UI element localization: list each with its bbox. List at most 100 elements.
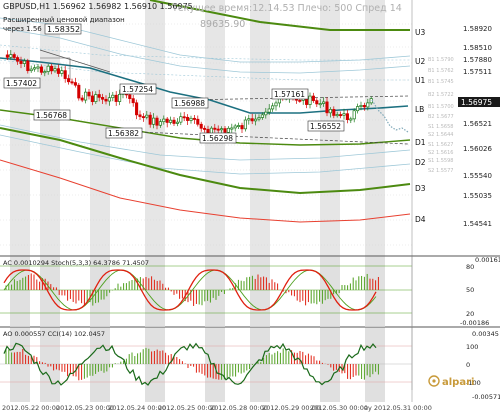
bull-candle bbox=[46, 65, 50, 72]
bull-candle bbox=[271, 105, 275, 110]
bull-candle bbox=[29, 68, 33, 72]
bear-candle bbox=[311, 95, 315, 101]
bear-candle bbox=[135, 102, 139, 116]
ao-scale-label: 0.00345 bbox=[472, 330, 499, 338]
price-axis-label: 1.55540 bbox=[463, 172, 492, 180]
bear-candle bbox=[192, 117, 196, 120]
bull-candle bbox=[94, 94, 98, 102]
bull-candle bbox=[145, 114, 149, 118]
pivot-label: B1 1.5762 bbox=[428, 68, 454, 74]
ac-scale-label: 20 bbox=[466, 310, 474, 318]
bear-candle bbox=[87, 91, 91, 97]
ac-scale-label: 80 bbox=[466, 263, 474, 271]
price-axis-label: 1.55035 bbox=[463, 192, 492, 200]
bull-candle bbox=[84, 91, 88, 101]
bear-candle bbox=[63, 70, 67, 79]
bull-candle bbox=[60, 70, 64, 74]
bull-candle bbox=[118, 93, 122, 102]
bull-candle bbox=[226, 127, 230, 133]
price-callout: 1.57254 bbox=[122, 85, 153, 94]
bear-candle bbox=[12, 54, 16, 58]
price-axis-label: 1.58920 bbox=[463, 25, 492, 33]
server-info: Текущее время:12.14.53 Плечо: 500 Спред … bbox=[171, 3, 402, 14]
bear-candle bbox=[172, 119, 176, 124]
session-shade bbox=[145, 328, 165, 402]
price-axis-label: 1.56521 bbox=[463, 120, 492, 128]
bull-candle bbox=[267, 108, 271, 113]
bull-candle bbox=[169, 119, 173, 123]
bear-candle bbox=[101, 97, 105, 100]
pivot-label: S2 1.5644 bbox=[428, 132, 453, 138]
time-axis-label: 2012.05.22 00:00 bbox=[2, 404, 60, 412]
bear-candle bbox=[138, 114, 142, 117]
trading-terminal-window: 1.57402 1.56768 1.57254 1.56382 1.56988 1.562… bbox=[0, 0, 500, 413]
bull-candle bbox=[36, 66, 40, 69]
bull-candle bbox=[43, 71, 47, 74]
range-value: 1.58352 bbox=[47, 25, 80, 34]
bull-candle bbox=[352, 110, 356, 120]
price-callout: 1.56988 bbox=[174, 99, 205, 108]
price-axis-label: 1.56026 bbox=[463, 145, 492, 153]
bull-candle bbox=[359, 105, 363, 107]
range-note-2: через 1.56 bbox=[3, 25, 42, 33]
bull-candle bbox=[152, 117, 156, 125]
alpari-logo-dot bbox=[432, 379, 436, 383]
level-label: U1 bbox=[415, 76, 425, 85]
bull-candle bbox=[247, 118, 251, 121]
pivot-label: S2 1.5577 bbox=[428, 168, 453, 174]
session-shade bbox=[320, 328, 340, 402]
bear-candle bbox=[315, 100, 319, 105]
bull-candle bbox=[328, 109, 332, 114]
level-label: D4 bbox=[415, 215, 426, 224]
bear-candle bbox=[148, 114, 152, 125]
bull-candle bbox=[264, 111, 268, 116]
current-price: 1.56975 bbox=[461, 98, 492, 107]
price-callout: 1.57161 bbox=[274, 90, 305, 99]
bear-candle bbox=[332, 109, 336, 116]
bear-candle bbox=[97, 94, 101, 98]
bear-candle bbox=[39, 66, 43, 73]
bull-candle bbox=[308, 95, 312, 105]
pivot-label: S1 1.5598 bbox=[428, 158, 453, 164]
bull-candle bbox=[107, 97, 111, 102]
bear-candle bbox=[5, 54, 9, 58]
alpari-logo-text: alpari bbox=[442, 377, 474, 388]
session-shade bbox=[365, 328, 385, 402]
bear-candle bbox=[50, 65, 54, 72]
bull-candle bbox=[189, 117, 193, 121]
ao-scale-label: -0.00571 bbox=[472, 393, 500, 401]
session-shade bbox=[10, 257, 30, 327]
range-note-1: Расширенный ценовой диапазон bbox=[3, 16, 125, 24]
pivot-label: S1 1.5658 bbox=[428, 124, 453, 130]
time-axis-label: 2012.05.30 00:00 bbox=[310, 404, 368, 412]
level-label: LB bbox=[415, 105, 424, 114]
level-label: D2 bbox=[415, 158, 426, 167]
bear-candle bbox=[128, 94, 132, 99]
bull-candle bbox=[33, 67, 37, 70]
price-callout: 1.56382 bbox=[108, 129, 139, 138]
bull-candle bbox=[274, 102, 278, 107]
bull-candle bbox=[53, 68, 57, 72]
bear-candle bbox=[155, 117, 159, 126]
level-label: D3 bbox=[415, 184, 426, 193]
ao-scale-label: 100 bbox=[466, 343, 478, 351]
session-shade bbox=[250, 257, 270, 327]
bull-candle bbox=[356, 106, 360, 112]
bear-candle bbox=[67, 78, 71, 83]
bull-candle bbox=[9, 54, 13, 58]
ac-scale-label: -0.00186 bbox=[460, 319, 489, 327]
bull-candle bbox=[158, 121, 162, 126]
level-label: U2 bbox=[415, 57, 425, 66]
time-axis-label: 2012.05.28 00:00 bbox=[210, 404, 268, 412]
bull-candle bbox=[230, 127, 234, 130]
bear-candle bbox=[196, 118, 200, 125]
bear-candle bbox=[345, 113, 349, 121]
bull-candle bbox=[162, 118, 166, 123]
price-chart[interactable]: 1.57402 1.56768 1.57254 1.56382 1.56988 1.562… bbox=[0, 0, 500, 413]
session-shade bbox=[40, 257, 60, 327]
bull-candle bbox=[243, 119, 247, 130]
session-shade bbox=[250, 328, 270, 402]
price-callout: 1.56298 bbox=[202, 134, 233, 143]
bull-candle bbox=[349, 118, 353, 121]
bear-candle bbox=[104, 98, 108, 102]
